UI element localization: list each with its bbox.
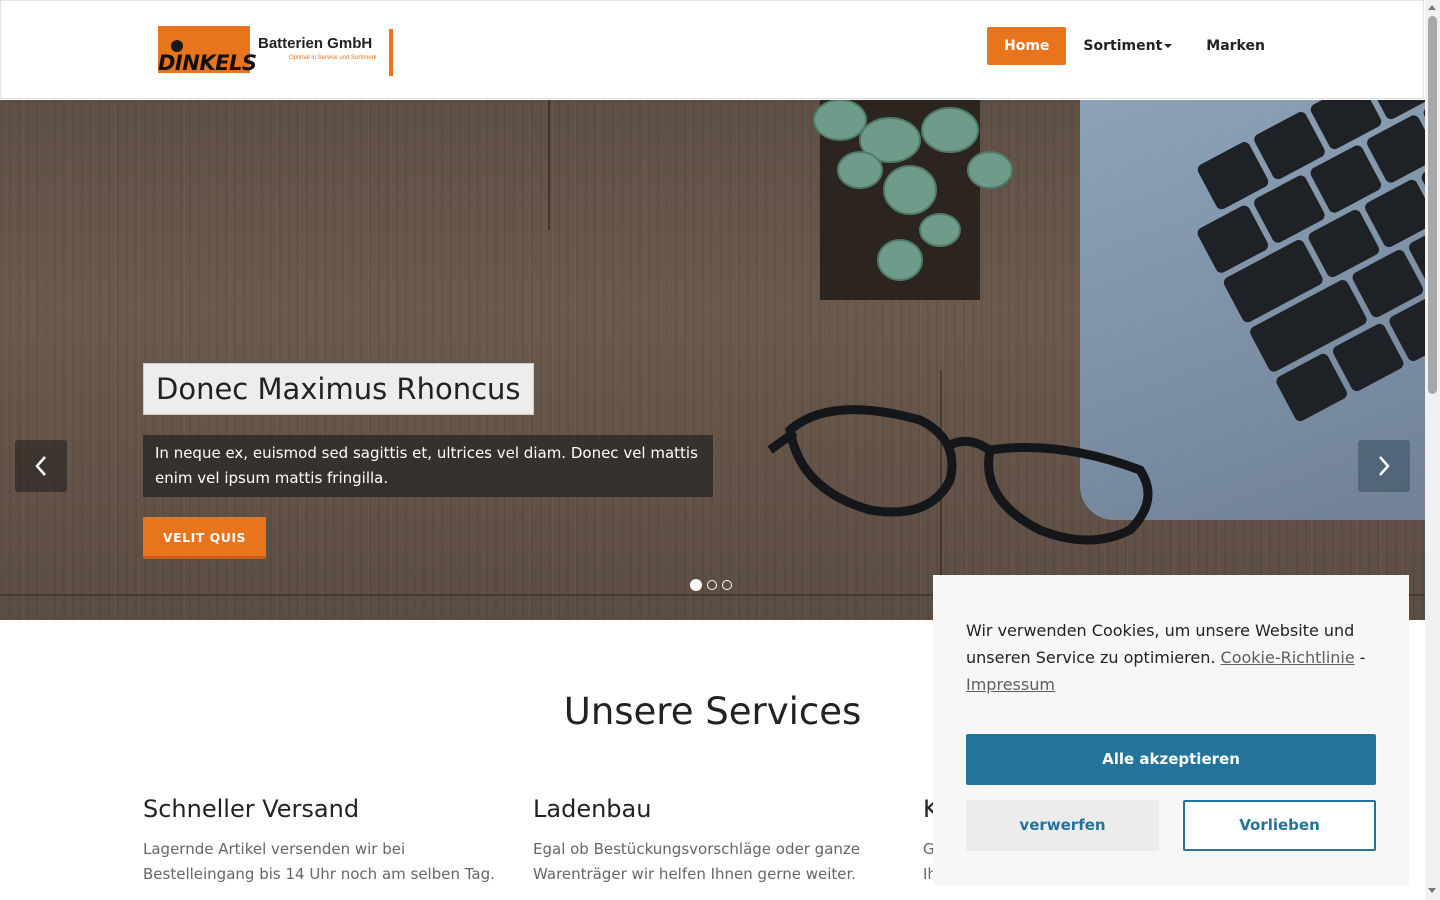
hero-carousel: Donec Maximus Rhoncus In neque ex, euism…	[0, 100, 1425, 620]
chevron-left-icon	[35, 456, 46, 476]
scroll-down-icon[interactable]	[1428, 888, 1436, 893]
chevron-right-icon	[1379, 456, 1390, 476]
accept-all-button[interactable]: Alle akzeptieren	[966, 734, 1376, 785]
cookie-message: Wir verwenden Cookies, um unsere Website…	[966, 617, 1386, 698]
service-item: Schneller Versand Lagernde Artikel verse…	[143, 795, 513, 887]
scrollbar-thumb[interactable]	[1428, 16, 1437, 394]
nav-item-home[interactable]: Home	[987, 27, 1067, 65]
logo-accent-bar	[389, 29, 393, 76]
carousel-next-button[interactable]	[1358, 440, 1410, 492]
service-text: Egal ob Bestückungsvorschläge oder ganze…	[533, 840, 860, 883]
brand-logo[interactable]: DINKELS Batterien GmbH Optimal in Servic…	[158, 25, 394, 77]
service-title: Ladenbau	[533, 795, 652, 823]
hero-cta-button[interactable]: VELIT QUIS	[143, 517, 266, 559]
wood-seam	[548, 100, 550, 230]
scroll-up-icon[interactable]	[1428, 5, 1436, 10]
carousel-prev-button[interactable]	[15, 440, 67, 492]
hero-text: In neque ex, euismod sed sagittis et, ul…	[143, 435, 713, 497]
service-text: Lagernde Artikel versenden wir bei Beste…	[143, 840, 495, 883]
caret-down-icon	[1164, 44, 1173, 48]
service-title: Schneller Versand	[143, 795, 360, 823]
cookie-link-separator: -	[1359, 648, 1366, 667]
carousel-indicator[interactable]	[690, 579, 702, 591]
service-item: Ladenbau Egal ob Bestückungsvorschläge o…	[533, 795, 903, 887]
deny-button[interactable]: verwerfen	[966, 800, 1159, 851]
carousel-indicator[interactable]	[722, 580, 732, 590]
imprint-link[interactable]: Impressum	[966, 675, 1055, 694]
site-header: DINKELS Batterien GmbH Optimal in Servic…	[0, 0, 1424, 99]
logo-company-name: Batterien GmbH	[258, 35, 373, 52]
plant-image	[813, 100, 1013, 300]
nav-item-sortiment-label: Sortiment	[1083, 38, 1163, 54]
carousel-indicators	[690, 579, 732, 591]
cookie-policy-link[interactable]: Cookie-Richtlinie	[1221, 648, 1355, 667]
logo-wordmark: DINKELS	[158, 51, 257, 75]
nav-item-marken[interactable]: Marken	[1189, 27, 1282, 65]
nav-item-sortiment[interactable]: Sortiment	[1066, 27, 1189, 65]
cookie-consent-banner: Wir verwenden Cookies, um unsere Website…	[933, 575, 1409, 885]
preferences-button[interactable]: Vorlieben	[1183, 800, 1376, 851]
main-nav: Home Sortiment Marken	[987, 27, 1282, 65]
glasses-image	[767, 405, 1153, 545]
logo-tagline: Optimal in Service und Sortiment	[289, 55, 377, 61]
page-scrollbar[interactable]	[1425, 0, 1440, 900]
hero-title: Donec Maximus Rhoncus	[143, 363, 534, 415]
carousel-indicator[interactable]	[707, 580, 717, 590]
